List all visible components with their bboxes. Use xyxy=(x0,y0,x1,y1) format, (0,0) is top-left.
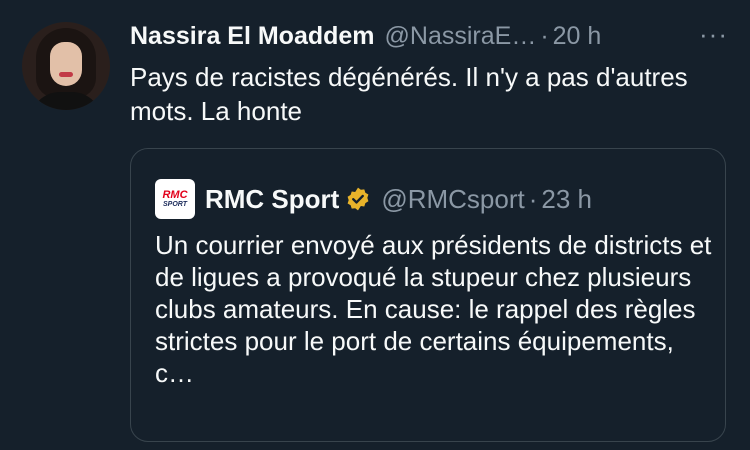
avatar-face xyxy=(50,42,82,86)
rmc-sport-logo[interactable]: RMC SPORT xyxy=(155,179,195,219)
author-name[interactable]: Nassira El Moaddem xyxy=(130,20,375,52)
author-handle[interactable]: @NassiraE… xyxy=(385,20,537,52)
avatar-lips xyxy=(59,72,73,77)
avatar-shoulders xyxy=(30,92,102,110)
avatar[interactable] xyxy=(22,22,110,110)
quoted-tweet[interactable]: RMC SPORT RMC Sport @RMCsport · 23 h Un … xyxy=(130,148,726,442)
logo-text-line1: RMC xyxy=(162,188,188,201)
quoted-timestamp[interactable]: 23 h xyxy=(541,182,592,216)
tweet-timestamp[interactable]: 20 h xyxy=(553,20,602,52)
tweet-header: Nassira El Moaddem @NassiraE… · 20 h ··· xyxy=(130,20,728,52)
more-options-icon[interactable]: ··· xyxy=(699,20,728,48)
quoted-tweet-text: Un courrier envoyé aux présidents de dis… xyxy=(155,230,712,388)
verified-badge-icon xyxy=(345,186,371,212)
tweet-text: Pays de racistes dégénérés. Il n'y a pas… xyxy=(130,62,688,126)
quoted-tweet-header: RMC SPORT RMC Sport @RMCsport · 23 h xyxy=(155,179,705,219)
tweet[interactable]: Nassira El Moaddem @NassiraE… · 20 h ···… xyxy=(0,0,750,450)
quoted-author-handle[interactable]: @RMCsport xyxy=(381,182,524,216)
separator-dot: · xyxy=(540,22,549,50)
quoted-separator-dot: · xyxy=(528,184,538,214)
logo-text-line2: SPORT xyxy=(163,200,187,208)
quoted-author-name[interactable]: RMC Sport xyxy=(205,182,339,216)
